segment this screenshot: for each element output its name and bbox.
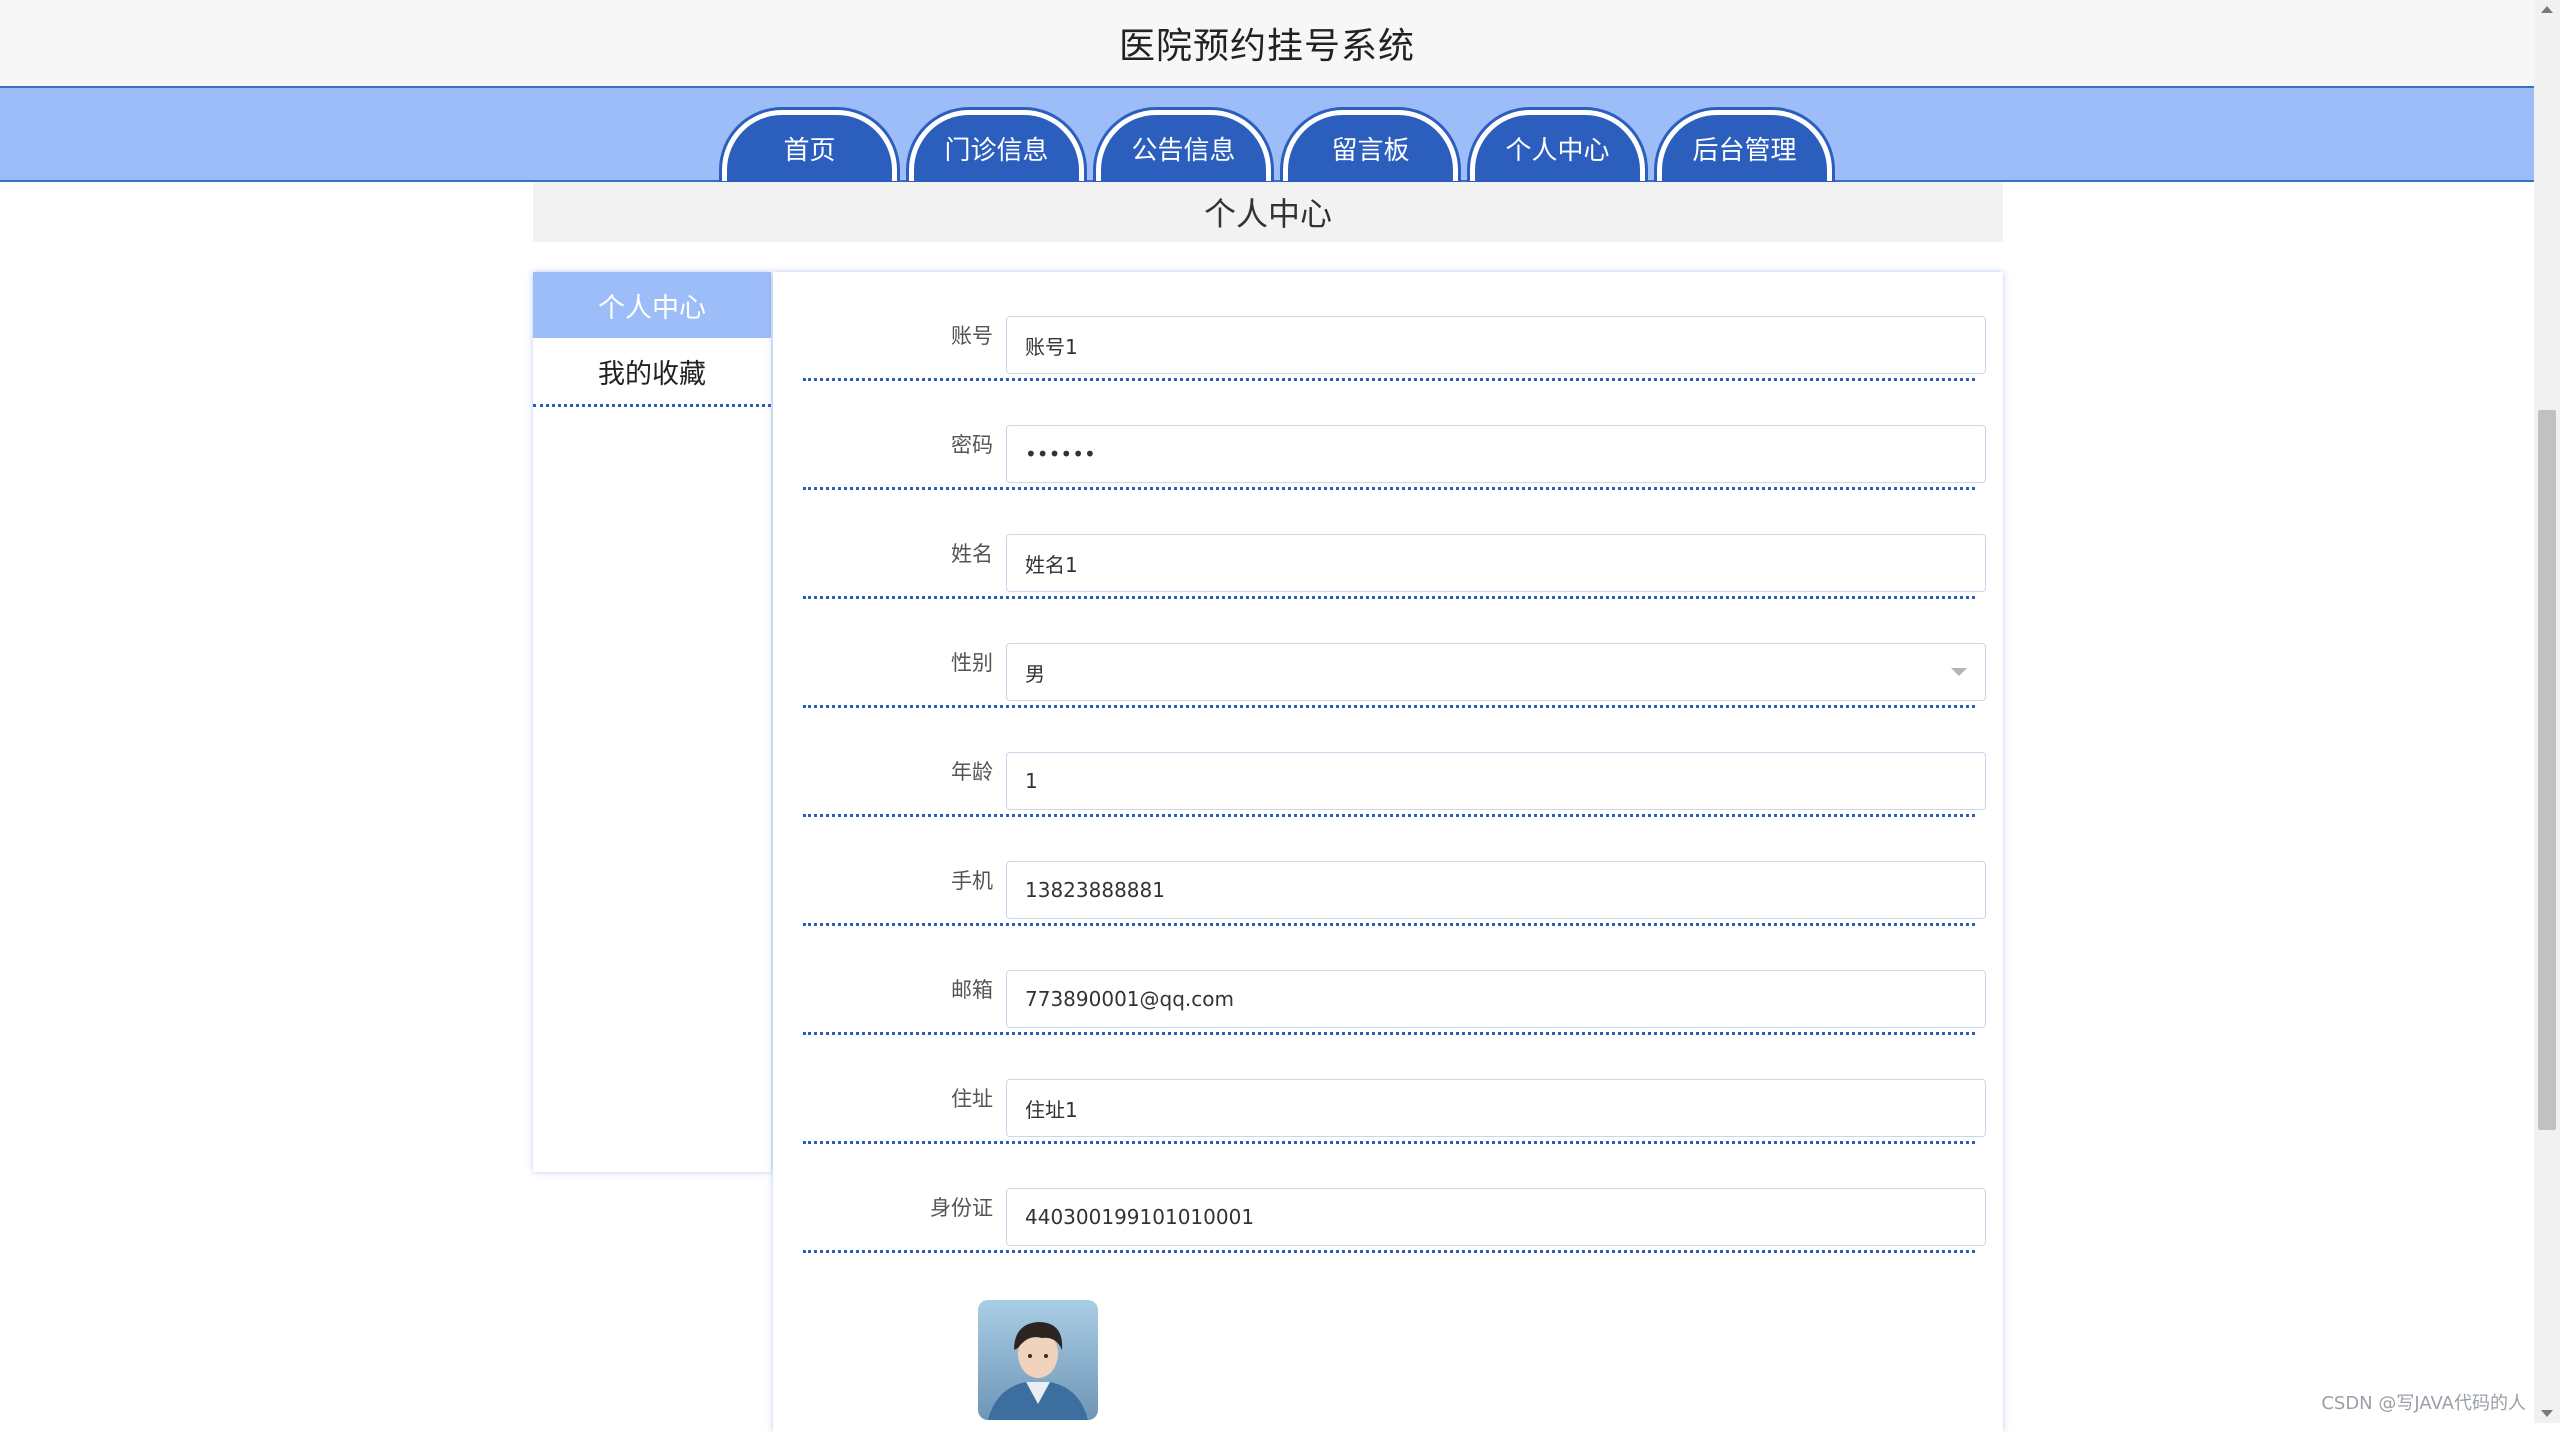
phone-label: 手机	[951, 869, 993, 893]
name-label: 姓名	[951, 542, 993, 566]
email-input[interactable]: 773890001@qq.com	[1006, 970, 1986, 1028]
id-card-input[interactable]: 440300199101010001	[1006, 1188, 1986, 1246]
address-input[interactable]: 住址1	[1006, 1079, 1986, 1137]
avatar[interactable]	[978, 1300, 1098, 1420]
watermark: CSDN @写JAVA代码的人	[2321, 1393, 2526, 1414]
account-label: 账号	[951, 324, 993, 348]
form-row-password: 密码 ••••••	[803, 381, 1986, 490]
form-row-address: 住址 住址1	[803, 1035, 1986, 1144]
avatar-photo	[978, 1300, 1098, 1420]
scroll-up-icon[interactable]	[2541, 6, 2553, 13]
nav-message-board[interactable]: 留言板	[1283, 110, 1458, 181]
site-header: 医院预约挂号系统	[0, 0, 2534, 88]
form-row-phone: 手机 13823888881	[803, 817, 1986, 926]
email-label: 邮箱	[951, 978, 993, 1002]
chevron-down-icon	[1951, 668, 1967, 676]
form-row-account: 账号 账号1	[803, 272, 1986, 381]
account-input[interactable]: 账号1	[1006, 316, 1986, 374]
scroll-down-icon[interactable]	[2541, 1410, 2553, 1417]
scrollbar-thumb[interactable]	[2538, 410, 2556, 1130]
page-heading-bar: 个人中心	[533, 182, 2003, 242]
password-label: 密码	[951, 433, 993, 457]
address-label: 住址	[951, 1087, 993, 1111]
form-row-age: 年龄 1	[803, 708, 1986, 817]
gender-select[interactable]: 男	[1006, 643, 1986, 701]
age-label: 年龄	[951, 760, 993, 784]
sidebar-item-favorites[interactable]: 我的收藏	[533, 338, 771, 407]
nav-home[interactable]: 首页	[722, 110, 897, 181]
nav-personal-center[interactable]: 个人中心	[1470, 110, 1645, 181]
sidebar: 个人中心 我的收藏	[533, 272, 771, 1172]
main-nav: 首页 门诊信息 公告信息 留言板 个人中心 后台管理	[0, 88, 2534, 182]
page-scrollbar[interactable]	[2534, 0, 2560, 1423]
nav-tabs: 首页 门诊信息 公告信息 留言板 个人中心 后台管理	[722, 108, 1844, 181]
gender-select-value: 男	[1025, 661, 1045, 686]
profile-form: 账号 账号1 密码 •••••• 姓名 姓名1 性别 男 年龄 1 手机 138…	[773, 272, 2003, 1432]
form-row-email: 邮箱 773890001@qq.com	[803, 926, 1986, 1035]
password-input[interactable]: ••••••	[1006, 425, 1986, 483]
name-input[interactable]: 姓名1	[1006, 534, 1986, 592]
nav-announcements[interactable]: 公告信息	[1096, 110, 1271, 181]
form-row-gender: 性别 男	[803, 599, 1986, 708]
form-row-name: 姓名 姓名1	[803, 490, 1986, 599]
age-input[interactable]: 1	[1006, 752, 1986, 810]
page-title: 个人中心	[1203, 195, 1332, 233]
phone-input[interactable]: 13823888881	[1006, 861, 1986, 919]
sidebar-item-personal-center[interactable]: 个人中心	[533, 272, 771, 338]
id-card-label: 身份证	[930, 1196, 993, 1220]
nav-admin[interactable]: 后台管理	[1657, 110, 1832, 181]
site-title: 医院预约挂号系统	[1118, 26, 1415, 67]
form-row-id-card: 身份证 440300199101010001	[803, 1144, 1986, 1253]
gender-label: 性别	[951, 651, 993, 675]
nav-clinic-info[interactable]: 门诊信息	[909, 110, 1084, 181]
